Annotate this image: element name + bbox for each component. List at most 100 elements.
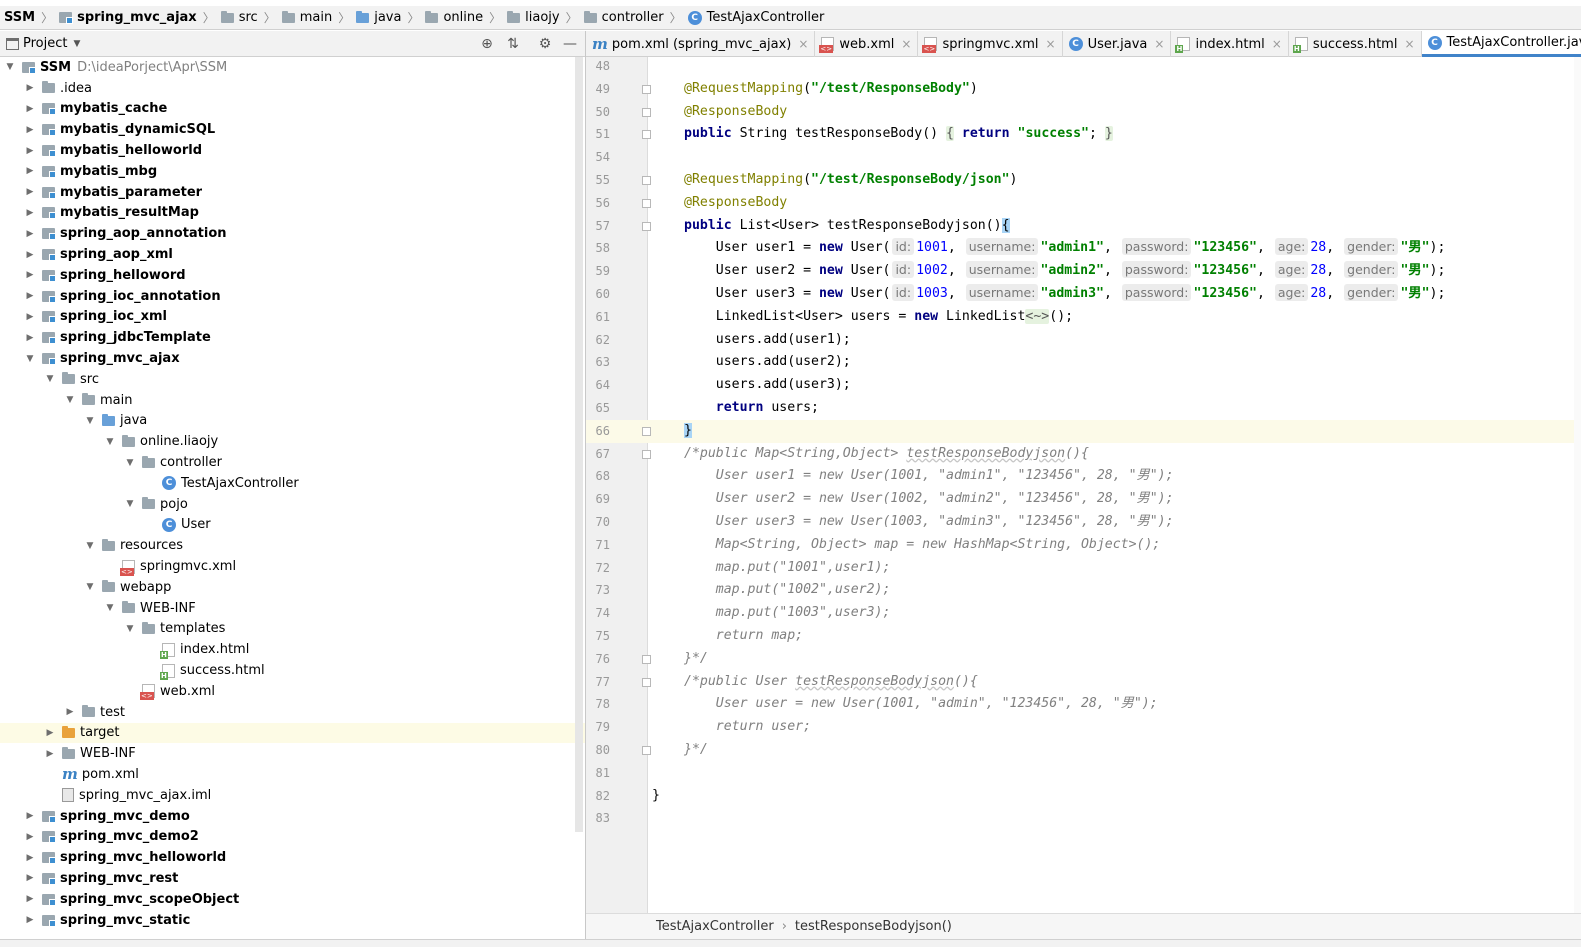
tree-item[interactable]: ▶ mybatis_cache [0, 99, 585, 120]
fold-marker-icon[interactable] [642, 107, 651, 117]
tree-item[interactable]: C TestAjaxController [0, 473, 585, 494]
chevron-down-icon[interactable]: ▼ [24, 354, 36, 364]
chevron-right-icon[interactable]: ▶ [44, 728, 56, 738]
fold-marker-icon[interactable] [642, 221, 651, 231]
tree-item[interactable]: ▶ spring_mvc_helloworld [0, 847, 585, 868]
code-text[interactable]: @RequestMapping("/test/ResponseBody/json… [684, 169, 1018, 192]
code-text[interactable]: return users; [684, 397, 819, 420]
code-text[interactable]: } [684, 420, 692, 443]
code-text[interactable]: return user; [684, 716, 811, 739]
locate-icon[interactable]: ⊕ [478, 35, 496, 53]
code-text[interactable]: User user2 = new User(1002, "admin2", "1… [684, 488, 1174, 511]
chevron-right-icon[interactable]: ▶ [24, 208, 36, 218]
collapse-all-icon[interactable]: ⇅ [504, 35, 522, 53]
breadcrumb-item[interactable]: spring_mvc_ajax [59, 10, 197, 25]
chevron-down-icon[interactable]: ▼ [124, 458, 136, 468]
breadcrumb-item[interactable]: controller [583, 10, 664, 25]
fold-marker-icon[interactable] [642, 426, 651, 436]
tree-item[interactable]: ▼ SSM D:\ideaPorject\Apr\SSM [0, 57, 585, 78]
breadcrumb-item[interactable]: SSM [4, 10, 35, 25]
chevron-down-icon[interactable]: ▼ [64, 395, 76, 405]
close-icon[interactable]: × [1404, 37, 1414, 51]
tree-item[interactable]: ▶ spring_ioc_xml [0, 307, 585, 328]
chevron-right-icon[interactable]: ▶ [24, 270, 36, 280]
chevron-down-icon[interactable]: ▼ [84, 582, 96, 592]
fold-marker-icon[interactable] [642, 198, 651, 208]
code-text[interactable]: users.add(user3); [684, 374, 851, 397]
code-text[interactable]: map.put("1001",user1); [684, 557, 891, 580]
tree-item[interactable]: ▶ target [0, 722, 585, 744]
fold-marker-icon[interactable] [642, 746, 651, 755]
tree-item[interactable]: ▶ spring_mvc_rest [0, 868, 585, 889]
tree-item[interactable]: ▶ WEB-INF [0, 743, 585, 764]
breadcrumb-item[interactable]: online [425, 10, 483, 25]
tree-item[interactable]: ▶ .idea [0, 78, 585, 99]
tree-item[interactable]: ▶ spring_mvc_static [0, 910, 585, 931]
code-text[interactable]: public List<User> testResponseBodyjson()… [684, 215, 1010, 238]
close-icon[interactable]: × [1154, 37, 1164, 51]
chevron-down-icon[interactable]: ▼ [84, 541, 96, 551]
tree-item[interactable]: ▶ spring_ioc_annotation [0, 286, 585, 307]
tree-item[interactable]: ▶ spring_jdbcTemplate [0, 327, 585, 348]
chevron-down-icon[interactable]: ▼ [104, 603, 116, 613]
code-text[interactable]: User user3 = new User(id: 1003, username:… [684, 283, 1445, 306]
code-text[interactable]: map.put("1002",user2); [684, 579, 891, 602]
tree-item[interactable]: index.html [0, 639, 585, 660]
chevron-down-icon[interactable]: ▼ [124, 624, 136, 634]
tree-item[interactable]: ▶ mybatis_mbg [0, 161, 585, 182]
code-text[interactable]: @ResponseBody [684, 192, 787, 215]
tree-item[interactable]: ▼ pojo [0, 494, 585, 515]
breadcrumb-item[interactable]: src [220, 10, 258, 25]
breadcrumb-item[interactable]: C TestAjaxController [687, 10, 824, 25]
breadcrumb-item[interactable]: liaojy [507, 10, 560, 25]
code-editor[interactable]: 48 49 @RequestMapping("/test/ResponseBody"… [586, 57, 1581, 913]
chevron-down-icon[interactable]: ▼ [124, 499, 136, 509]
code-text[interactable]: return map; [684, 625, 803, 648]
code-text[interactable]: Map<String, Object> map = new HashMap<St… [684, 534, 1161, 557]
chevron-down-icon[interactable]: ▼ [4, 62, 16, 72]
chevron-right-icon[interactable]: ▶ [24, 853, 36, 863]
tree-item[interactable]: ▶ mybatis_resultMap [0, 203, 585, 224]
tree-item[interactable]: springmvc.xml [0, 556, 585, 577]
fold-marker-icon[interactable] [642, 677, 651, 687]
chevron-down-icon[interactable]: ▼ [44, 374, 56, 384]
code-text[interactable]: User user2 = new User(id: 1002, username:… [684, 260, 1445, 283]
tree-item[interactable]: ▶ spring_helloword [0, 265, 585, 286]
tree-item[interactable]: ▶ test [0, 702, 585, 723]
editor-tab[interactable]: CTestAjaxController.java× [1421, 31, 1581, 57]
tree-item[interactable]: web.xml [0, 681, 585, 702]
tree-item[interactable]: ▶ mybatis_parameter [0, 182, 585, 203]
chevron-right-icon[interactable]: ▶ [24, 229, 36, 239]
tree-item[interactable]: ▶ spring_mvc_demo2 [0, 826, 585, 847]
code-text[interactable]: /*public Map<String,Object> testResponse… [684, 443, 1089, 466]
tree-item[interactable]: C User [0, 515, 585, 536]
project-panel-title[interactable]: Project [23, 36, 67, 51]
tree-item[interactable]: ▶ spring_aop_xml [0, 244, 585, 265]
gear-icon[interactable]: ⚙ [536, 35, 554, 53]
editor-error-stripe[interactable] [1574, 57, 1581, 913]
tree-item[interactable]: ▶ spring_aop_annotation [0, 223, 585, 244]
chevron-right-icon[interactable]: ▶ [64, 707, 76, 717]
code-text[interactable]: users.add(user2); [684, 351, 851, 374]
chevron-right-icon[interactable]: ▶ [24, 873, 36, 883]
chevron-right-icon[interactable]: ▶ [24, 187, 36, 197]
code-text[interactable]: /*public User testResponseBodyjson(){ [684, 671, 978, 694]
close-icon[interactable]: × [1046, 37, 1056, 51]
tree-item[interactable]: ▶ mybatis_dynamicSQL [0, 119, 585, 140]
tree-item[interactable]: ▶ spring_mvc_demo [0, 806, 585, 827]
tree-item[interactable]: ▼ online.liaojy [0, 431, 585, 452]
chevron-right-icon[interactable]: ▶ [24, 250, 36, 260]
chevron-right-icon[interactable]: ▶ [24, 83, 36, 93]
close-icon[interactable]: × [1272, 37, 1282, 51]
close-icon[interactable]: × [798, 37, 808, 51]
code-text[interactable]: User user1 = new User(1001, "admin1", "1… [684, 465, 1174, 488]
breadcrumb-item[interactable]: java [356, 10, 401, 25]
editor-tab[interactable]: m pom.xml (spring_mvc_ajax) × [586, 31, 816, 57]
tree-item[interactable]: ▼ spring_mvc_ajax [0, 348, 585, 369]
minimize-icon[interactable]: — [561, 35, 579, 53]
tree-item[interactable]: spring_mvc_ajax.iml [0, 785, 585, 806]
fold-marker-icon[interactable] [642, 654, 651, 664]
code-text[interactable]: }*/ [684, 739, 708, 762]
chevron-right-icon[interactable]: ▶ [44, 749, 56, 759]
tree-scrollbar[interactable] [575, 57, 583, 832]
